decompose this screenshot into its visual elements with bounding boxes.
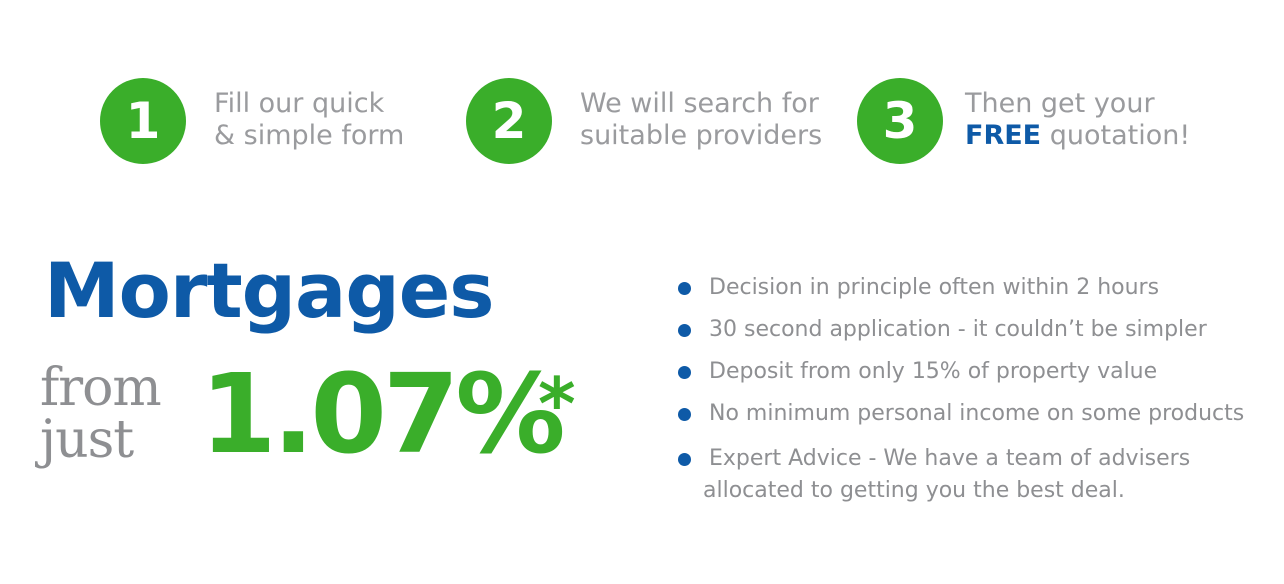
bullet-icon [678, 453, 691, 466]
step-3-number-circle: 3 [857, 78, 943, 164]
bullet-icon [678, 408, 691, 421]
step-1-line-1: Fill our quick [214, 88, 385, 119]
free-highlight: FREE [965, 120, 1042, 151]
benefit-text: Deposit from only 15% of property value [709, 359, 1158, 384]
benefit-text-line-1: Expert Advice - We have a team of advise… [709, 446, 1191, 471]
bullet-icon [678, 366, 691, 379]
benefit-item: No minimum personal income on some produ… [676, 398, 1276, 440]
benefit-text: 30 second application - it couldn’t be s… [709, 317, 1207, 342]
bullet-icon [678, 324, 691, 337]
step-3-line-1: Then get your [965, 88, 1155, 119]
benefit-text-line-2: allocated to getting you the best deal. [703, 478, 1125, 503]
benefit-text: No minimum personal income on some produ… [709, 401, 1245, 426]
just-word: just [40, 410, 134, 470]
benefit-item: Deposit from only 15% of property value [676, 356, 1276, 398]
benefit-text: Decision in principle often within 2 hou… [709, 275, 1160, 300]
benefit-item: Decision in principle often within 2 hou… [676, 272, 1276, 314]
step-2-text: We will search for suitable providers [580, 88, 822, 152]
from-word: from [40, 358, 162, 418]
step-2-number-circle: 2 [466, 78, 552, 164]
benefit-item: 30 second application - it couldn’t be s… [676, 314, 1276, 356]
step-1-number-circle: 1 [100, 78, 186, 164]
step-3-line-2-rest: quotation! [1041, 120, 1191, 151]
rate-asterisk: * [538, 362, 576, 446]
interest-rate: 1.07% [200, 350, 566, 478]
step-3-text: Then get your FREE quotation! [965, 88, 1190, 152]
benefits-list: Decision in principle often within 2 hou… [676, 272, 1276, 507]
from-just-label: from just [40, 358, 162, 470]
mortgages-title: Mortgages [44, 246, 495, 335]
step-3-line-2: FREE quotation! [965, 120, 1190, 152]
step-2-line-2: suitable providers [580, 120, 823, 151]
bullet-icon [678, 282, 691, 295]
benefit-item: Expert Advice - We have a team of advise… [676, 443, 1276, 507]
step-1-line-2: & simple form [214, 120, 405, 151]
step-1-text: Fill our quick & simple form [214, 88, 404, 152]
step-2-line-1: We will search for [580, 88, 819, 119]
